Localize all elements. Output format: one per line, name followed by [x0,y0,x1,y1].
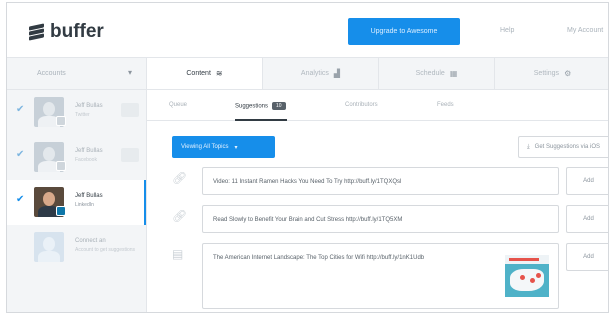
tab-settings[interactable]: Settings ⚙ [494,58,608,89]
profile-count-badge [121,148,139,162]
help-link[interactable]: Help [500,27,514,34]
suggestion-thumbnail [505,255,549,297]
add-button[interactable]: Add [566,167,608,195]
facebook-icon [56,161,66,171]
sidebar-profile-twitter[interactable]: ✔ Jeff Bullas Twitter [7,90,146,135]
upgrade-button[interactable]: Upgrade to Awesome [348,18,460,45]
subtab-suggestions[interactable]: Suggestions 10 [235,102,286,110]
suggestion-card[interactable]: The American Internet Landscape: The Top… [202,243,559,309]
sidebar-connect-account[interactable]: Connect an Account to get suggestions [7,225,146,270]
tab-label: Settings [533,70,560,77]
bar-chart-icon: ▟ [333,69,341,78]
chevron-down-icon: ▾ [128,68,133,77]
subtab-feeds[interactable]: Feeds [437,102,454,108]
sidebar-profile-facebook[interactable]: ✔ Jeff Bullas Facebook [7,135,146,180]
profile-name: Jeff Bullas [75,193,103,199]
filter-label: Viewing All Topics [181,144,229,150]
profile-network: Account to get suggestions [75,247,136,253]
buffer-stack-icon [29,22,44,41]
profile-name: Jeff Bullas [75,148,103,154]
app-window: buffer Upgrade to Awesome Help My Accoun… [6,2,609,313]
get-suggestions-button[interactable]: ⤓ Get Suggestions via iOS [518,136,608,158]
add-account-icon [34,232,64,262]
subtab-queue[interactable]: Queue [169,102,187,108]
get-suggestions-label: Get Suggestions via iOS [534,144,601,150]
sidebar: Accounts ▾ ✔ Jeff Bullas Twitter ✔ Jeff … [7,58,147,312]
profile-network: LinkedIn [75,202,94,208]
suggestion-row: ▤ The American Internet Landscape: The T… [147,243,608,309]
add-button[interactable]: Add [566,205,608,233]
check-icon: ✔ [16,104,25,115]
logo-text: buffer [50,21,104,42]
suggestion-row: 🔗︎ Video: 11 Instant Ramen Hacks You Nee… [147,167,608,195]
download-icon: ⤓ [527,143,530,150]
active-subtab-underline [235,119,287,121]
top-header: buffer Upgrade to Awesome Help My Accoun… [7,3,608,58]
profile-network: Facebook [75,157,97,163]
suggestion-text: The American Internet Landscape: The Top… [213,255,425,261]
tab-schedule[interactable]: Schedule ▦ [378,58,494,89]
tab-content[interactable]: Content ≋ [147,58,262,89]
image-icon: ▤ [172,247,184,261]
tab-label: Schedule [415,70,445,77]
check-icon: ✔ [16,149,25,160]
buffer-logo[interactable]: buffer [29,21,104,43]
topics-filter-button[interactable]: Viewing All Topics ▾ [172,136,275,158]
profile-name: Connect an [75,238,106,244]
suggestion-row: 🔗︎ Read Slowly to Benefit Your Brain and… [147,205,608,233]
add-button[interactable]: Add [566,243,608,271]
calendar-icon: ▦ [449,69,458,78]
profile-name: Jeff Bullas [75,103,103,109]
tab-label: Analytics [300,70,329,77]
link-icon: 🔗︎ [172,171,188,185]
tab-label: Content [186,69,211,77]
active-indicator [144,180,146,225]
twitter-icon [56,116,66,126]
link-icon: 🔗︎ [172,209,188,223]
check-icon: ✔ [16,194,25,205]
main-tabs: Content ≋ Analytics ▟ Schedule ▦ Setting… [147,58,608,90]
sidebar-profile-linkedin[interactable]: ✔ Jeff Bullas LinkedIn [7,180,146,225]
linkedin-icon [56,206,66,216]
subtab-contributors[interactable]: Contributors [345,102,378,108]
chevron-down-icon: ▾ [234,144,238,151]
profile-count-badge [121,103,139,117]
layers-icon: ≋ [215,68,223,78]
suggestions-count-badge: 10 [272,102,286,110]
suggestion-card[interactable]: Video: 11 Instant Ramen Hacks You Need T… [202,167,559,195]
content-subtabs: Queue Suggestions 10 Contributors Feeds [147,90,608,121]
gear-icon: ⚙ [564,69,572,78]
my-account-link[interactable]: My Account [567,27,603,34]
tab-analytics[interactable]: Analytics ▟ [262,58,378,89]
profile-network: Twitter [75,112,90,118]
suggestion-card[interactable]: Read Slowly to Benefit Your Brain and Cu… [202,205,559,233]
subtab-label: Suggestions [235,103,269,110]
accounts-label: Accounts [37,70,66,77]
accounts-dropdown[interactable]: Accounts ▾ [7,58,146,90]
